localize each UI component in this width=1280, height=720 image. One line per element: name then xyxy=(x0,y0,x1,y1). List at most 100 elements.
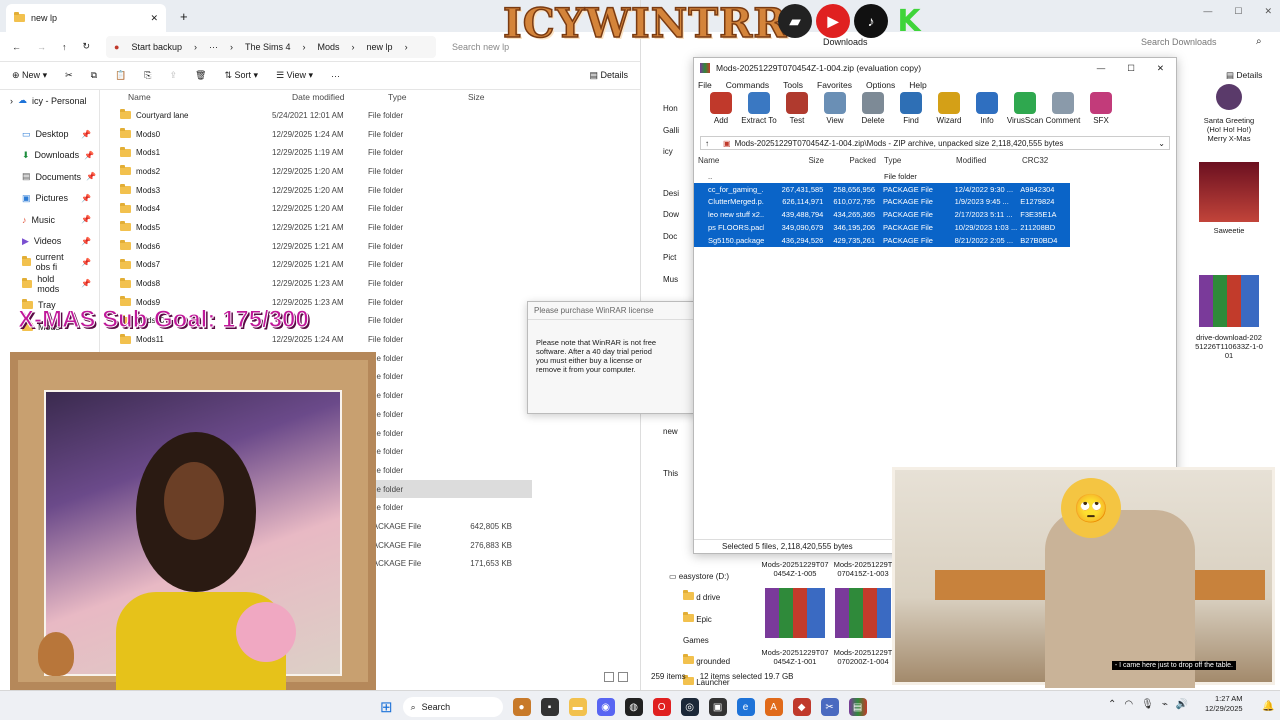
column-crc[interactable]: CRC32 xyxy=(1022,156,1072,168)
sidebar-item-videos[interactable]: ▶ Videos 📌 xyxy=(0,230,99,251)
sidebar-item-desktop[interactable]: Desi xyxy=(663,183,693,205)
thumb-saweetie[interactable]: Saweetie xyxy=(1199,162,1259,235)
details-button[interactable]: ▤ Details xyxy=(589,70,628,81)
tool-virusscan[interactable]: VirusScan xyxy=(1006,92,1044,125)
tool-find[interactable]: Find xyxy=(892,92,930,125)
archive-row[interactable]: cc_for_gaming_... 267,431,585 258,656,956 P… xyxy=(694,182,1070,196)
microphone-icon[interactable]: 🎙 xyxy=(1141,699,1154,710)
thumb-mods-004[interactable]: Mods-20251229T070200Z-1-004 xyxy=(833,588,893,670)
tree-item-grounded[interactable]: grounded xyxy=(669,651,739,672)
crumb-mods[interactable]: Mods xyxy=(318,42,340,52)
sidebar-item-hold-mods[interactable]: hold mods 📌 xyxy=(0,273,99,294)
taskbar-search[interactable]: ⌕ Search xyxy=(402,697,503,717)
parent-folder-row[interactable]: .. File folder xyxy=(694,170,1176,183)
thumb-mods-001[interactable]: Mods-20251229T070454Z-1-001 xyxy=(761,588,829,666)
menu-help[interactable]: Help xyxy=(909,80,926,90)
sidebar-item-icy[interactable]: icy xyxy=(663,141,693,163)
steam-icon[interactable]: ◎ xyxy=(680,698,699,716)
chevron-down-icon[interactable]: ⌄ xyxy=(1158,139,1165,148)
crumb-new-lp[interactable]: new lp xyxy=(367,42,393,52)
snipping-icon[interactable]: ✂ xyxy=(820,698,839,716)
sidebar-item-pictures[interactable]: Pict xyxy=(663,247,693,269)
path-bar[interactable]: ↑ ▣ Mods-20251229T070454Z-1-004.zip\Mods… xyxy=(700,136,1170,150)
sidebar-item-this-pc[interactable]: This xyxy=(663,463,693,485)
view-button[interactable]: ☰ View ▾ xyxy=(276,70,313,81)
sidebar-item-desktop[interactable]: ▭ Desktop 📌 xyxy=(0,123,99,144)
more-options-button[interactable]: ··· xyxy=(331,71,340,81)
edge-icon[interactable]: e xyxy=(736,698,755,716)
thumb-santa-greeting[interactable]: Santa Greeting (Ho! Ho! Ho!) Merry X-Mas xyxy=(1201,84,1257,143)
file-explorer-icon[interactable]: ▬ xyxy=(568,698,587,716)
task-view-icon[interactable]: ▪ xyxy=(540,698,559,716)
forward-arrow-icon[interactable]: → xyxy=(37,42,46,52)
tool-delete[interactable]: Delete xyxy=(854,92,892,125)
discord-icon[interactable]: ◉ xyxy=(596,698,615,716)
maximize-icon[interactable]: ☐ xyxy=(1234,6,1242,17)
tool-add[interactable]: Add xyxy=(702,92,740,125)
game-icon[interactable]: ◆ xyxy=(792,698,811,716)
archive-row[interactable]: ps FLOORS.pack... 349,090,679 346,195,206 P… xyxy=(694,221,1070,234)
tool-wizard[interactable]: Wizard xyxy=(930,92,968,125)
winrar-taskbar-icon[interactable]: ▤ xyxy=(848,698,867,716)
column-date[interactable]: Date modified xyxy=(292,92,388,106)
refresh-icon[interactable]: ↻ xyxy=(83,41,91,52)
tool-test[interactable]: Test xyxy=(778,92,816,125)
sidebar-item-icy-personal[interactable]: › ☁ icy - Personal xyxy=(0,90,99,111)
archive-row[interactable]: leo new stuff x2... 439,488,794 434,265,36… xyxy=(694,208,1070,222)
file-row[interactable]: Mods1 12/29/2025 1:19 AM File folder xyxy=(112,143,532,162)
file-row[interactable]: Mods0 12/29/2025 1:24 AM File folder xyxy=(112,125,532,144)
minimize-icon[interactable]: — xyxy=(1097,63,1106,73)
archive-row[interactable]: ClutterMerged.p... 626,114,971 610,072,795… xyxy=(694,195,1070,209)
tool-sfx[interactable]: SFX xyxy=(1082,92,1120,125)
tool-view[interactable]: View xyxy=(816,92,854,125)
crumb-downloads[interactable]: Downloads xyxy=(823,37,868,47)
search-downloads-input[interactable]: Search Downloads xyxy=(1141,37,1217,47)
volume-icon[interactable]: 🔊 xyxy=(1176,699,1188,710)
crumb-the-sims-4[interactable]: The Sims 4 xyxy=(245,42,291,52)
github-icon[interactable]: ◍ xyxy=(624,698,643,716)
tree-item-d-drive[interactable]: d drive xyxy=(669,587,739,608)
column-size[interactable]: Size xyxy=(764,156,824,168)
archive-row[interactable]: Sg5150.package 436,294,526 429,735,261 PACK… xyxy=(694,233,1070,247)
sidebar-item-music[interactable]: Mus xyxy=(663,269,693,291)
clock[interactable]: 1:27 AM 12/29/2025 xyxy=(1205,694,1243,714)
minimize-icon[interactable]: — xyxy=(1203,6,1212,17)
chevron-up-icon[interactable]: ⌃ xyxy=(1108,699,1116,710)
file-row[interactable]: mods2 12/29/2025 1:20 AM File folder xyxy=(112,162,532,181)
details-button[interactable]: ▤ Details xyxy=(1226,70,1262,81)
sidebar-item-new[interactable]: new xyxy=(663,421,693,443)
menu-favorites[interactable]: Favorites xyxy=(817,80,852,90)
breadcrumb[interactable]: ● Start backup › ··· › The Sims 4 › Mods… xyxy=(106,35,437,58)
sidebar-item-music[interactable]: ♪ Music 📌 xyxy=(0,209,99,230)
tab-new-lp[interactable]: new lp ✕ xyxy=(6,4,166,32)
opera-icon[interactable]: O xyxy=(652,698,671,716)
thumb-mods-003[interactable]: Mods-20251229T070415Z-1-003 xyxy=(833,560,893,582)
file-row[interactable]: Mods4 12/29/2025 1:20 AM File folder xyxy=(112,199,532,218)
column-type[interactable]: Type xyxy=(388,92,468,106)
sidebar-item-documents[interactable]: Doc xyxy=(663,226,693,248)
file-row[interactable]: Mods7 12/29/2025 1:21 AM File folder xyxy=(112,256,532,275)
close-icon[interactable]: ✕ xyxy=(1157,63,1164,74)
start-backup-button[interactable]: Start backup xyxy=(131,42,182,52)
cookie-app-icon[interactable]: ● xyxy=(512,698,531,716)
column-type[interactable]: Type xyxy=(876,156,956,168)
notification-bell-icon[interactable]: 🔔 xyxy=(1262,701,1274,712)
app-icon[interactable]: A xyxy=(764,698,783,716)
wifi-icon[interactable]: ◠ xyxy=(1124,699,1133,710)
delete-icon[interactable]: 🗑 xyxy=(195,70,206,81)
cut-icon[interactable]: ✂ xyxy=(65,70,73,81)
sidebar-item-current-obs[interactable]: current obs fi 📌 xyxy=(0,252,99,273)
close-icon[interactable]: ✕ xyxy=(1264,6,1272,17)
more-crumbs[interactable]: ··· xyxy=(209,42,218,52)
sidebar-item-pictures[interactable]: ▣ Pictures 📌 xyxy=(0,188,99,209)
menu-tools[interactable]: Tools xyxy=(783,80,803,90)
sidebar-item-downloads[interactable]: ⬇ Downloads 📌 xyxy=(0,145,99,166)
details-view-icon[interactable] xyxy=(604,672,614,682)
file-row[interactable]: Courtyard lane 5/24/2021 12:01 AM File fol… xyxy=(112,106,532,125)
sidebar-item-home[interactable]: Hon xyxy=(663,98,693,120)
search-input[interactable]: Search new lp xyxy=(452,42,509,52)
tool-info[interactable]: Info xyxy=(968,92,1006,125)
menu-options[interactable]: Options xyxy=(866,80,895,90)
column-name[interactable]: Name xyxy=(698,156,764,168)
rename-icon[interactable]: ⎘ xyxy=(144,70,151,81)
